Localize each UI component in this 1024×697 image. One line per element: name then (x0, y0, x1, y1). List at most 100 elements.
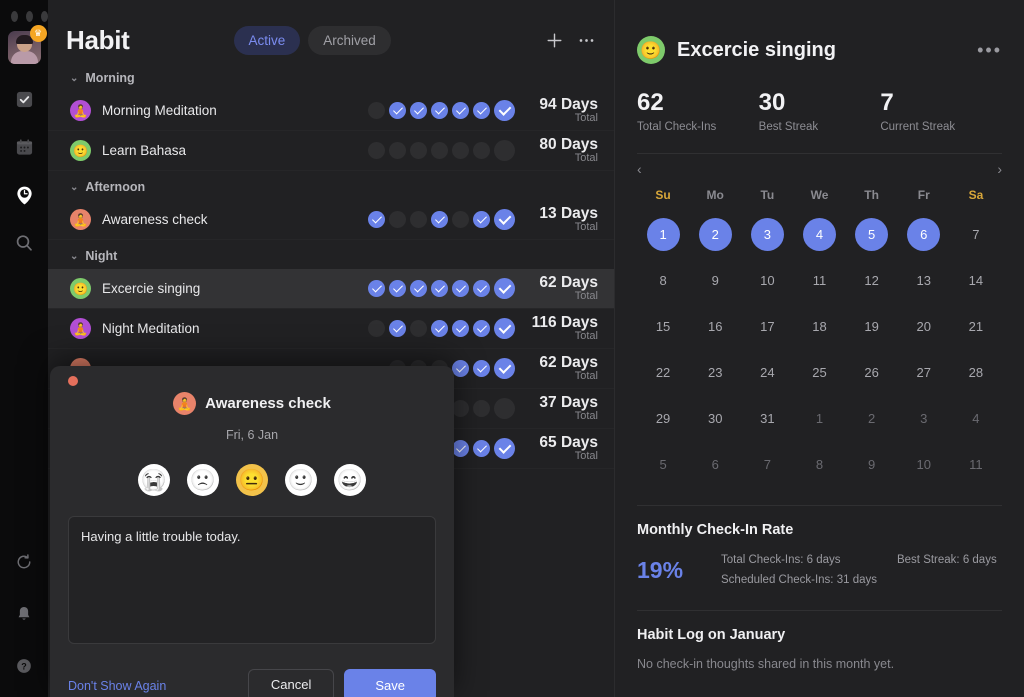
mood-option[interactable]: 😐 (236, 464, 268, 496)
check-dot[interactable] (473, 400, 490, 417)
cancel-button[interactable]: Cancel (247, 669, 335, 697)
check-dot[interactable] (452, 320, 469, 337)
calendar-day[interactable]: 30 (699, 402, 732, 435)
calendar-day-checked[interactable]: 5 (855, 218, 889, 252)
calendar-day[interactable]: 22 (647, 356, 680, 389)
calendar-day[interactable]: 8 (647, 264, 680, 297)
add-habit-button[interactable] (545, 31, 564, 50)
sidebar-item-calendar[interactable] (11, 134, 37, 160)
check-dot[interactable] (368, 211, 385, 228)
calendar-day[interactable]: 23 (699, 356, 732, 389)
calendar-day[interactable]: 13 (907, 264, 940, 297)
habit-row[interactable]: 🧘 Awareness check 13 Days Total (48, 200, 614, 240)
calendar-day[interactable]: 20 (907, 310, 940, 343)
calendar-day[interactable]: 5 (647, 448, 680, 481)
list-more-button[interactable] (577, 31, 596, 50)
sidebar-item-habit[interactable] (11, 182, 37, 208)
check-dot[interactable] (431, 142, 448, 159)
habit-row[interactable]: 🙂 Learn Bahasa 80 Days Total (48, 131, 614, 171)
calendar-day[interactable]: 27 (907, 356, 940, 389)
check-dot-today[interactable] (494, 358, 515, 379)
check-dot[interactable] (368, 280, 385, 297)
help-button[interactable]: ? (11, 653, 37, 679)
calendar-day-checked[interactable]: 6 (907, 218, 941, 252)
check-dot[interactable] (452, 102, 469, 119)
calendar-day[interactable]: 16 (699, 310, 732, 343)
check-dot[interactable] (452, 142, 469, 159)
calendar-day[interactable]: 31 (751, 402, 784, 435)
calendar-day-checked[interactable]: 3 (750, 218, 784, 252)
mood-option[interactable]: 🙁 (187, 464, 219, 496)
detail-more-button[interactable]: ••• (977, 40, 1002, 61)
check-dot-today[interactable] (494, 398, 515, 419)
calendar-day[interactable]: 24 (751, 356, 784, 389)
tab-active[interactable]: Active (233, 25, 301, 55)
calendar-day[interactable]: 7 (959, 218, 992, 251)
calendar-next-button[interactable]: › (997, 161, 1002, 177)
check-dot[interactable] (431, 211, 448, 228)
habit-row[interactable]: 🙂 Excercie singing 62 Days Total (48, 269, 614, 309)
check-dot[interactable] (473, 320, 490, 337)
calendar-day[interactable]: 17 (751, 310, 784, 343)
check-dot[interactable] (410, 280, 427, 297)
calendar-day[interactable]: 8 (803, 448, 836, 481)
check-dot[interactable] (389, 102, 406, 119)
maximize-button[interactable] (41, 11, 48, 22)
mood-option[interactable]: 😄 (334, 464, 366, 496)
sidebar-item-checklist[interactable] (11, 86, 37, 112)
calendar-day[interactable]: 1 (803, 402, 836, 435)
modal-close-button[interactable] (68, 376, 78, 386)
check-dot[interactable] (452, 440, 469, 457)
check-dot-today[interactable] (494, 318, 515, 339)
calendar-day[interactable]: 2 (855, 402, 888, 435)
check-dot[interactable] (410, 320, 427, 337)
check-dot[interactable] (473, 211, 490, 228)
habit-row[interactable]: 🧘 Night Meditation 116 Days Total (48, 309, 614, 349)
calendar-day[interactable]: 14 (959, 264, 992, 297)
note-input[interactable] (68, 516, 436, 644)
close-button[interactable] (11, 11, 18, 22)
calendar-day[interactable]: 18 (803, 310, 836, 343)
group-header[interactable]: ⌄ Morning (48, 62, 614, 91)
calendar-day[interactable]: 11 (959, 448, 992, 481)
notifications-button[interactable] (11, 601, 37, 627)
check-dot[interactable] (389, 280, 406, 297)
save-button[interactable]: Save (344, 669, 436, 697)
check-dot-today[interactable] (494, 438, 515, 459)
calendar-day[interactable]: 28 (959, 356, 992, 389)
calendar-day-checked[interactable]: 2 (698, 218, 732, 252)
check-dot[interactable] (431, 280, 448, 297)
dont-show-again-link[interactable]: Don't Show Again (68, 679, 166, 693)
check-dot-today[interactable] (494, 100, 515, 121)
calendar-day[interactable]: 4 (959, 402, 992, 435)
calendar-day[interactable]: 10 (751, 264, 784, 297)
check-dot[interactable] (389, 211, 406, 228)
check-dot[interactable] (368, 142, 385, 159)
calendar-day[interactable]: 15 (647, 310, 680, 343)
calendar-day[interactable]: 6 (699, 448, 732, 481)
check-dot[interactable] (473, 360, 490, 377)
group-header[interactable]: ⌄ Afternoon (48, 171, 614, 200)
check-dot[interactable] (431, 320, 448, 337)
check-dot[interactable] (452, 360, 469, 377)
calendar-day[interactable]: 9 (855, 448, 888, 481)
check-dot[interactable] (410, 102, 427, 119)
calendar-day-checked[interactable]: 4 (802, 218, 836, 252)
calendar-day[interactable]: 7 (751, 448, 784, 481)
calendar-day-checked[interactable]: 1 (646, 218, 680, 252)
check-dot[interactable] (473, 280, 490, 297)
check-dot-today[interactable] (494, 278, 515, 299)
check-dot[interactable] (389, 320, 406, 337)
check-dot[interactable] (452, 211, 469, 228)
check-dot[interactable] (389, 142, 406, 159)
calendar-day[interactable]: 29 (647, 402, 680, 435)
calendar-day[interactable]: 25 (803, 356, 836, 389)
avatar[interactable]: ♛ (7, 25, 47, 64)
calendar-prev-button[interactable]: ‹ (637, 161, 642, 177)
calendar-day[interactable]: 3 (907, 402, 940, 435)
check-dot-today[interactable] (494, 140, 515, 161)
minimize-button[interactable] (26, 11, 33, 22)
calendar-day[interactable]: 19 (855, 310, 888, 343)
habit-row[interactable]: 🧘 Morning Meditation 94 Days Total (48, 91, 614, 131)
calendar-day[interactable]: 12 (855, 264, 888, 297)
